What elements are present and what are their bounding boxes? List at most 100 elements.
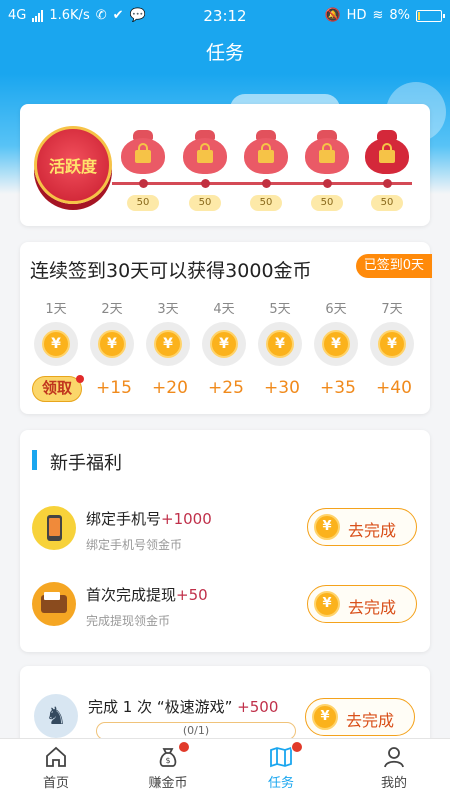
day-reward: +15: [96, 378, 132, 398]
task-bonus: +1000: [161, 510, 212, 528]
day-label: 5天: [269, 302, 291, 317]
day-reward: +35: [320, 378, 356, 398]
coin-icon: ¥: [312, 704, 338, 730]
task-title: 完成 1 次 “极速游戏” +500: [88, 696, 278, 717]
reward-pill: 50: [127, 195, 159, 211]
notification-dot: [76, 375, 84, 383]
coin-icon: ¥: [154, 330, 182, 358]
day-reward: +20: [152, 378, 188, 398]
locked-bag-icon[interactable]: [305, 130, 349, 176]
task-title: 首次完成提现+50: [86, 584, 208, 605]
locked-bag-icon[interactable]: [244, 130, 288, 176]
nav-label: 任务: [267, 776, 294, 791]
signin-card: 连续签到30天可以获得3000金币 已签到0天 1天 2天 3天 4天 5天 6…: [20, 242, 432, 414]
status-right: 🔕 HD ≋ 8%: [324, 8, 445, 23]
mute-icon: 🔕: [324, 8, 341, 23]
go-complete-button[interactable]: ¥ 去完成: [307, 585, 417, 623]
signin-coin: ¥: [370, 322, 414, 366]
coin-icon: ¥: [314, 591, 340, 617]
coin-icon: ¥: [314, 514, 340, 540]
task-title-text: 首次完成提现: [86, 586, 177, 604]
coin-icon: ¥: [266, 330, 294, 358]
reward-pill: 50: [250, 195, 282, 211]
profile-icon: [384, 747, 404, 768]
signin-coin: ¥: [314, 322, 358, 366]
notification-dot: [291, 741, 303, 753]
task-subtitle: 绑定手机号领金币: [86, 538, 183, 552]
task-title-text: 完成 1 次 “极速游戏”: [88, 698, 233, 716]
activity-badge: 活跃度: [34, 126, 112, 204]
activity-badge-label: 活跃度: [48, 157, 97, 176]
nav-item-home[interactable]: 首页: [0, 739, 112, 800]
wallet-icon: [32, 582, 76, 626]
page-title: 任务: [0, 32, 450, 74]
battery-label: 8%: [389, 8, 410, 23]
go-complete-label: 去完成: [346, 711, 395, 730]
signin-coin: ¥: [34, 322, 78, 366]
task-bonus: +50: [176, 586, 208, 604]
progress-dot: [262, 179, 271, 188]
newbie-card: 新手福利 绑定手机号+1000 绑定手机号领金币 ¥ 去完成 首次完成提现+50 …: [20, 430, 430, 652]
home-icon: [46, 746, 66, 767]
locked-treasure-icon[interactable]: [365, 130, 409, 176]
signin-status-badge: 已签到0天: [355, 254, 432, 278]
task-bonus: +500: [237, 698, 279, 716]
section-title: 新手福利: [50, 453, 122, 474]
nav-item-earn[interactable]: $ 赚金币: [112, 739, 224, 800]
task-subtitle: 完成提现领金币: [86, 614, 171, 628]
bottom-nav: 首页 $ 赚金币 任务 我的: [0, 738, 450, 800]
coin-icon: ¥: [210, 330, 238, 358]
activity-card: 活跃度 50 50 50 50 50: [20, 104, 430, 226]
task-title-text: 绑定手机号: [86, 510, 162, 528]
phone-icon: [32, 506, 76, 550]
coin-icon: ¥: [378, 330, 406, 358]
claim-button[interactable]: 领取: [32, 376, 82, 402]
task-title: 绑定手机号+1000: [86, 508, 212, 529]
coin-icon: ¥: [98, 330, 126, 358]
day-reward: +40: [376, 378, 412, 398]
signin-coin: ¥: [258, 322, 302, 366]
notification-dot: [178, 741, 190, 753]
wifi-icon: ≋: [372, 8, 384, 23]
nav-label: 首页: [42, 776, 69, 791]
reward-pill: 50: [189, 195, 221, 211]
progress-dot: [201, 179, 210, 188]
battery-icon: [416, 9, 445, 22]
progress-dot: [383, 179, 392, 188]
chess-icon: ♞: [34, 694, 78, 738]
money-bag-icon: $: [159, 748, 177, 767]
go-complete-button[interactable]: ¥ 去完成: [305, 698, 415, 736]
locked-bag-icon[interactable]: [183, 130, 227, 176]
day-label: 2天: [101, 302, 123, 317]
coin-icon: ¥: [42, 330, 70, 358]
locked-bag-icon[interactable]: [121, 130, 165, 176]
map-icon: [270, 746, 292, 768]
day-label: 7天: [381, 302, 403, 317]
progress-dot: [323, 179, 332, 188]
status-bar: 4G 1.6K/s ✆ ✔ 💬 23:12 🔕 HD ≋ 8%: [0, 0, 450, 32]
go-complete-button[interactable]: ¥ 去完成: [307, 508, 417, 546]
svg-text:$: $: [165, 756, 170, 765]
network-type-label: HD: [346, 8, 367, 23]
day-label: 6天: [325, 302, 347, 317]
go-complete-label: 去完成: [348, 521, 397, 540]
nav-label: 我的: [380, 776, 407, 791]
signin-title: 连续签到30天可以获得3000金币: [30, 260, 312, 282]
day-reward: +30: [264, 378, 300, 398]
day-label: 3天: [157, 302, 179, 317]
signin-coin: ¥: [202, 322, 246, 366]
signin-coin: ¥: [90, 322, 134, 366]
section-accent-bar: [32, 450, 37, 470]
reward-pill: 50: [371, 195, 403, 211]
progress-dot: [139, 179, 148, 188]
day-label: 4天: [213, 302, 235, 317]
day-reward: +25: [208, 378, 244, 398]
coin-icon: ¥: [322, 330, 350, 358]
nav-item-tasks[interactable]: 任务: [225, 739, 337, 800]
signin-coin: ¥: [146, 322, 190, 366]
nav-label: 赚金币: [148, 776, 188, 791]
day-label: 1天: [45, 302, 67, 317]
nav-item-profile[interactable]: 我的: [338, 739, 450, 800]
go-complete-label: 去完成: [348, 598, 397, 617]
reward-pill: 50: [311, 195, 343, 211]
